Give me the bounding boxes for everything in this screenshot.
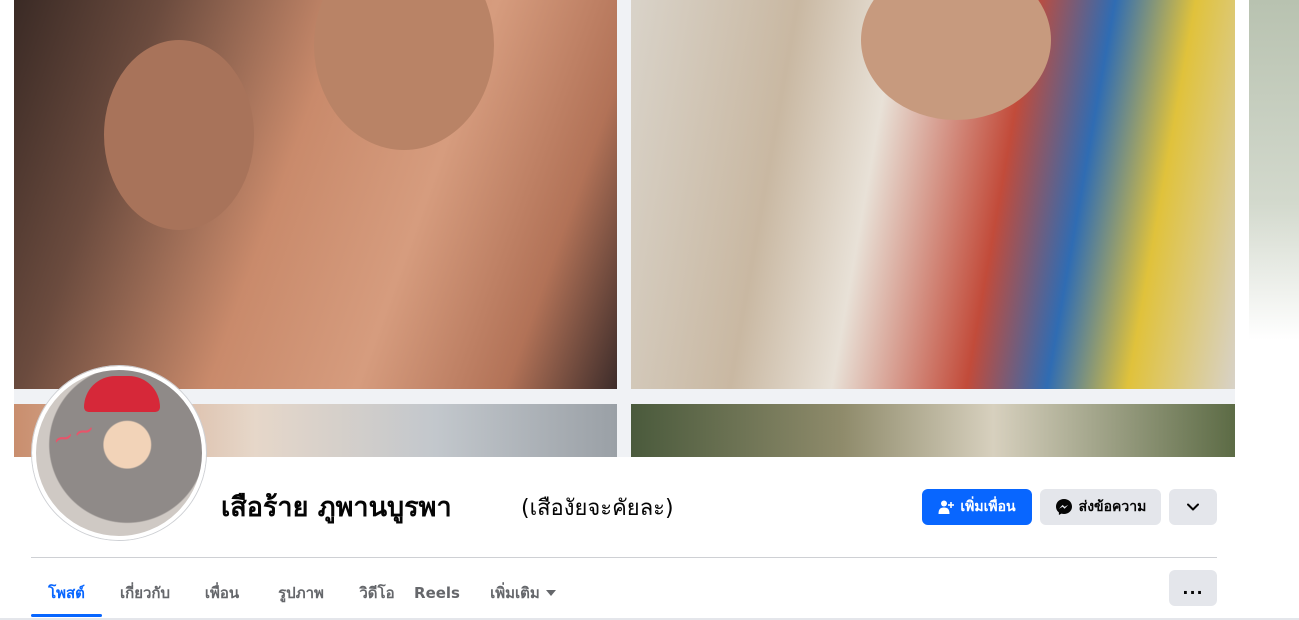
avatar-handwriting: ~~	[48, 414, 100, 456]
tab-label: เพื่อน	[204, 584, 240, 602]
photo-subject-man	[314, 0, 494, 150]
add-friend-icon	[938, 499, 955, 515]
message-button[interactable]: ส่งข้อความ	[1040, 489, 1161, 525]
add-friend-button[interactable]: เพิ่มเพื่อน	[922, 489, 1032, 525]
tab-more[interactable]: เพิ่มเติม	[481, 570, 565, 616]
active-tab-indicator	[31, 614, 102, 617]
tabs-more-options-button[interactable]: ...	[1169, 570, 1217, 606]
add-friend-label: เพิ่มเพื่อน	[960, 499, 1016, 515]
tab-label: รูปภาพ	[278, 584, 324, 602]
profile-avatar[interactable]: ~~	[32, 366, 206, 540]
cover-photo-top-left[interactable]	[14, 0, 617, 389]
chevron-down-icon	[1187, 503, 1199, 511]
profile-more-button[interactable]	[1169, 489, 1217, 525]
header-divider	[31, 557, 1217, 558]
photo-subject-woman-2	[861, 0, 1051, 120]
caret-down-icon	[545, 590, 556, 596]
cover-photo-bottom-right[interactable]	[631, 404, 1235, 457]
tab-label: Reels	[414, 584, 460, 602]
tab-label: วิดีโอ	[359, 584, 395, 602]
tab-label: โพสต์	[48, 584, 85, 602]
tab-about[interactable]: เกี่ยวกับ	[110, 570, 180, 616]
tab-photos[interactable]: รูปภาพ	[265, 570, 337, 616]
more-options-icon: ...	[1182, 578, 1204, 598]
tab-label: เพิ่มเติม	[490, 584, 540, 602]
side-panel-edge	[1249, 0, 1299, 340]
message-label: ส่งข้อความ	[1078, 499, 1147, 515]
profile-name: เสือร้าย ภูพานบูรพา	[221, 492, 452, 523]
photo-subject-woman	[104, 40, 254, 230]
tab-posts[interactable]: โพสต์	[31, 570, 102, 616]
tab-friends[interactable]: เพื่อน	[191, 570, 253, 616]
messenger-icon	[1055, 498, 1073, 516]
tab-label: เกี่ยวกับ	[119, 584, 171, 602]
avatar-cap-shape	[84, 376, 160, 412]
cover-photo-top-right[interactable]	[631, 0, 1235, 389]
tab-reels[interactable]: Reels	[411, 570, 463, 616]
tab-videos[interactable]: วิดีโอ	[345, 570, 409, 616]
profile-alternate-name: (เสืองัยจะคัยละ)	[521, 496, 674, 521]
cover-photo-collage[interactable]	[14, 0, 1235, 457]
